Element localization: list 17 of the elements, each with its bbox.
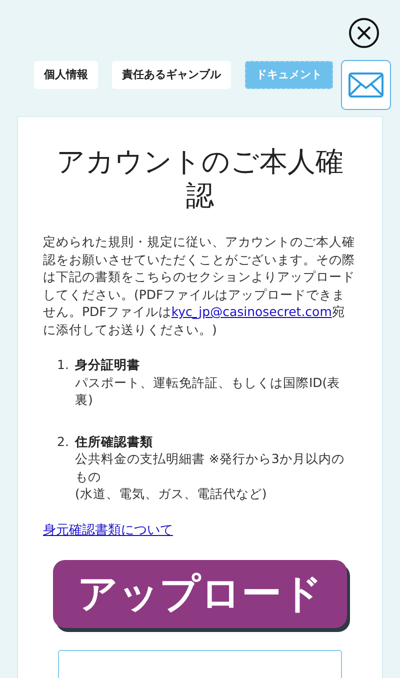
document-type: 身分証明書 xyxy=(74,356,141,374)
tab[interactable]: 責任あるギャンブル xyxy=(112,61,231,89)
document-type: 住所確認書類 xyxy=(74,432,154,450)
page-title: アカウントのご本人確認 xyxy=(56,145,344,213)
document-description: パスポート、運転免許証、もしくは国際ID(表裏) xyxy=(74,374,342,408)
email-link[interactable]: kyc_jp@casinosecret.com xyxy=(171,304,332,319)
tab[interactable]: 個人情報 xyxy=(34,61,98,89)
mail-button[interactable] xyxy=(341,60,391,110)
upload-button[interactable]: アップロード xyxy=(53,560,347,628)
document-description: (水道、電気、ガス、電話代など) xyxy=(74,485,268,502)
envelope-icon xyxy=(348,72,384,98)
intro-paragraph: 定められた規則・規定に従い、アカウントのご本人確認をお願いさせていただくことがございます。その際は下記の書類をこちらのセクションよりアップロードしてください。(PDFファイルはアップロードできません。PDFファイルはkyc_jp@casinosecret.com宛に添付してお送りください。) xyxy=(43,233,356,338)
document-description: 公共料金の支払明細書 ※発行から3か月以内のもの xyxy=(74,450,346,485)
list-number: 1. xyxy=(57,356,69,374)
about-documents-link[interactable]: 身元確認書類について xyxy=(43,520,173,540)
list-number: 2. xyxy=(57,432,69,450)
close-icon[interactable] xyxy=(348,17,380,49)
